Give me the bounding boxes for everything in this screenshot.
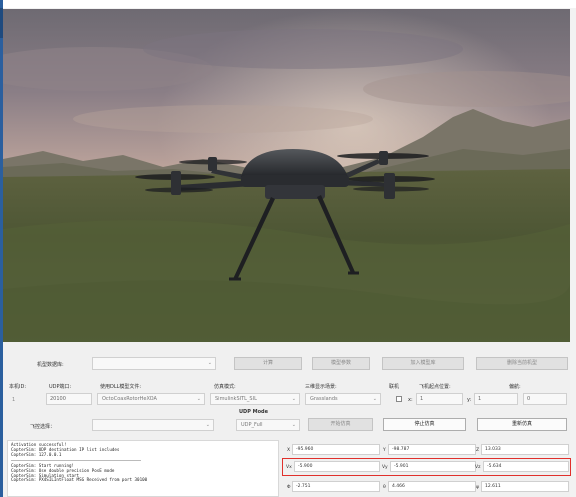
udp-mode-dropdown[interactable]: UDP_Full ⌄ [236, 419, 300, 431]
restart-simulation-button[interactable]: 重新仿真 [477, 418, 567, 431]
highlight-box [282, 458, 571, 476]
console-log[interactable]: Activation successful! CopterSim: UDP de… [7, 440, 279, 497]
pos-x-field: -95.960 [292, 444, 380, 455]
yaw-angle-field: 12.611 [481, 481, 569, 492]
log-line: CopterSim: PX4SILIntFloat MSG Received f… [11, 477, 148, 483]
x-label: x: [408, 397, 413, 403]
chevron-down-icon: ⌄ [205, 422, 210, 428]
roll-label: Φ [287, 485, 291, 490]
udp-port-field[interactable]: 20100 [46, 393, 92, 405]
scene-render [3, 9, 570, 342]
flight-controller-dropdown[interactable]: ⌄ [92, 419, 214, 431]
model-params-button[interactable]: 模型参数 [312, 357, 370, 370]
log-separator [11, 459, 141, 461]
takeoff-x-field[interactable]: 1 [416, 393, 463, 405]
dll-file-dropdown[interactable]: OctoCoaxRotorHeXOA ⌄ [97, 393, 205, 405]
networked-checkbox[interactable] [396, 396, 402, 402]
pos-x-label: X [287, 448, 291, 453]
scene-dropdown[interactable]: Grasslands ⌄ [305, 393, 381, 405]
chevron-down-icon: ⌄ [207, 360, 212, 366]
delete-current-model-button[interactable]: 删除当前机型 [476, 357, 568, 370]
sim-mode-label: 仿真模式: [214, 384, 236, 390]
chevron-down-icon: ⌄ [372, 396, 377, 402]
sim-mode-value: SimulinkSITL_SIL [215, 396, 257, 402]
dll-file-value: OctoCoaxRotorHeXOA [102, 396, 157, 402]
yaw-field[interactable]: 0 [523, 393, 567, 405]
model-db-label: 机型数据库: [37, 362, 64, 368]
model-db-dropdown[interactable]: ⌄ [92, 357, 216, 370]
add-to-model-db-button[interactable]: 加入模型库 [382, 357, 464, 370]
dll-file-label: 使用DLL模型文件: [100, 384, 142, 390]
roll-field: -2.751 [292, 481, 380, 492]
scene-label: 三维显示场景: [305, 384, 337, 390]
start-simulation-button[interactable]: 开始仿真 [308, 418, 373, 431]
udp-port-label: UDP端口: [49, 384, 72, 390]
pos-y-field: -98.787 [388, 444, 476, 455]
y-label: y: [467, 397, 472, 403]
control-panel: 机型数据库: ⌄ 计算 模型参数 加入模型库 删除当前机型 本机ID: UDP端… [3, 342, 571, 497]
chevron-down-icon: ⌄ [196, 396, 201, 402]
udp-mode-value: UDP_Full [241, 422, 263, 428]
chevron-down-icon: ⌄ [291, 422, 296, 428]
pos-z-label: Z [476, 448, 480, 453]
takeoff-y-field[interactable]: 1 [474, 393, 518, 405]
scene-value: Grasslands [310, 396, 338, 402]
stop-simulation-button[interactable]: 停止仿真 [383, 418, 466, 431]
3d-scene-viewport[interactable] [3, 9, 570, 342]
sim-mode-dropdown[interactable]: SimulinkSITL_SIL ⌄ [210, 393, 300, 405]
chevron-down-icon: ⌄ [291, 396, 296, 402]
pitch-field: 4.466 [388, 481, 476, 492]
drone-id-label: 本机ID: [9, 384, 27, 390]
compute-button[interactable]: 计算 [234, 357, 302, 370]
yaw-label: 偏航: [509, 384, 521, 390]
networked-label: 联机 [389, 384, 400, 390]
udp-mode-label: UDP Mode [239, 409, 268, 415]
pos-y-label: Y [383, 448, 386, 453]
flight-controller-label: 飞控选择： [30, 424, 56, 430]
pitch-label: θ [383, 485, 386, 490]
pos-z-field: 13.033 [481, 444, 569, 455]
yaw-angle-label: ψ [476, 485, 479, 490]
log-line: CopterSim: 127.0.0.1 [11, 451, 62, 457]
takeoff-position-label: 飞机起点位置: [419, 384, 451, 390]
window-top-edge [0, 0, 576, 8]
drone-id-value: 1 [12, 397, 16, 403]
